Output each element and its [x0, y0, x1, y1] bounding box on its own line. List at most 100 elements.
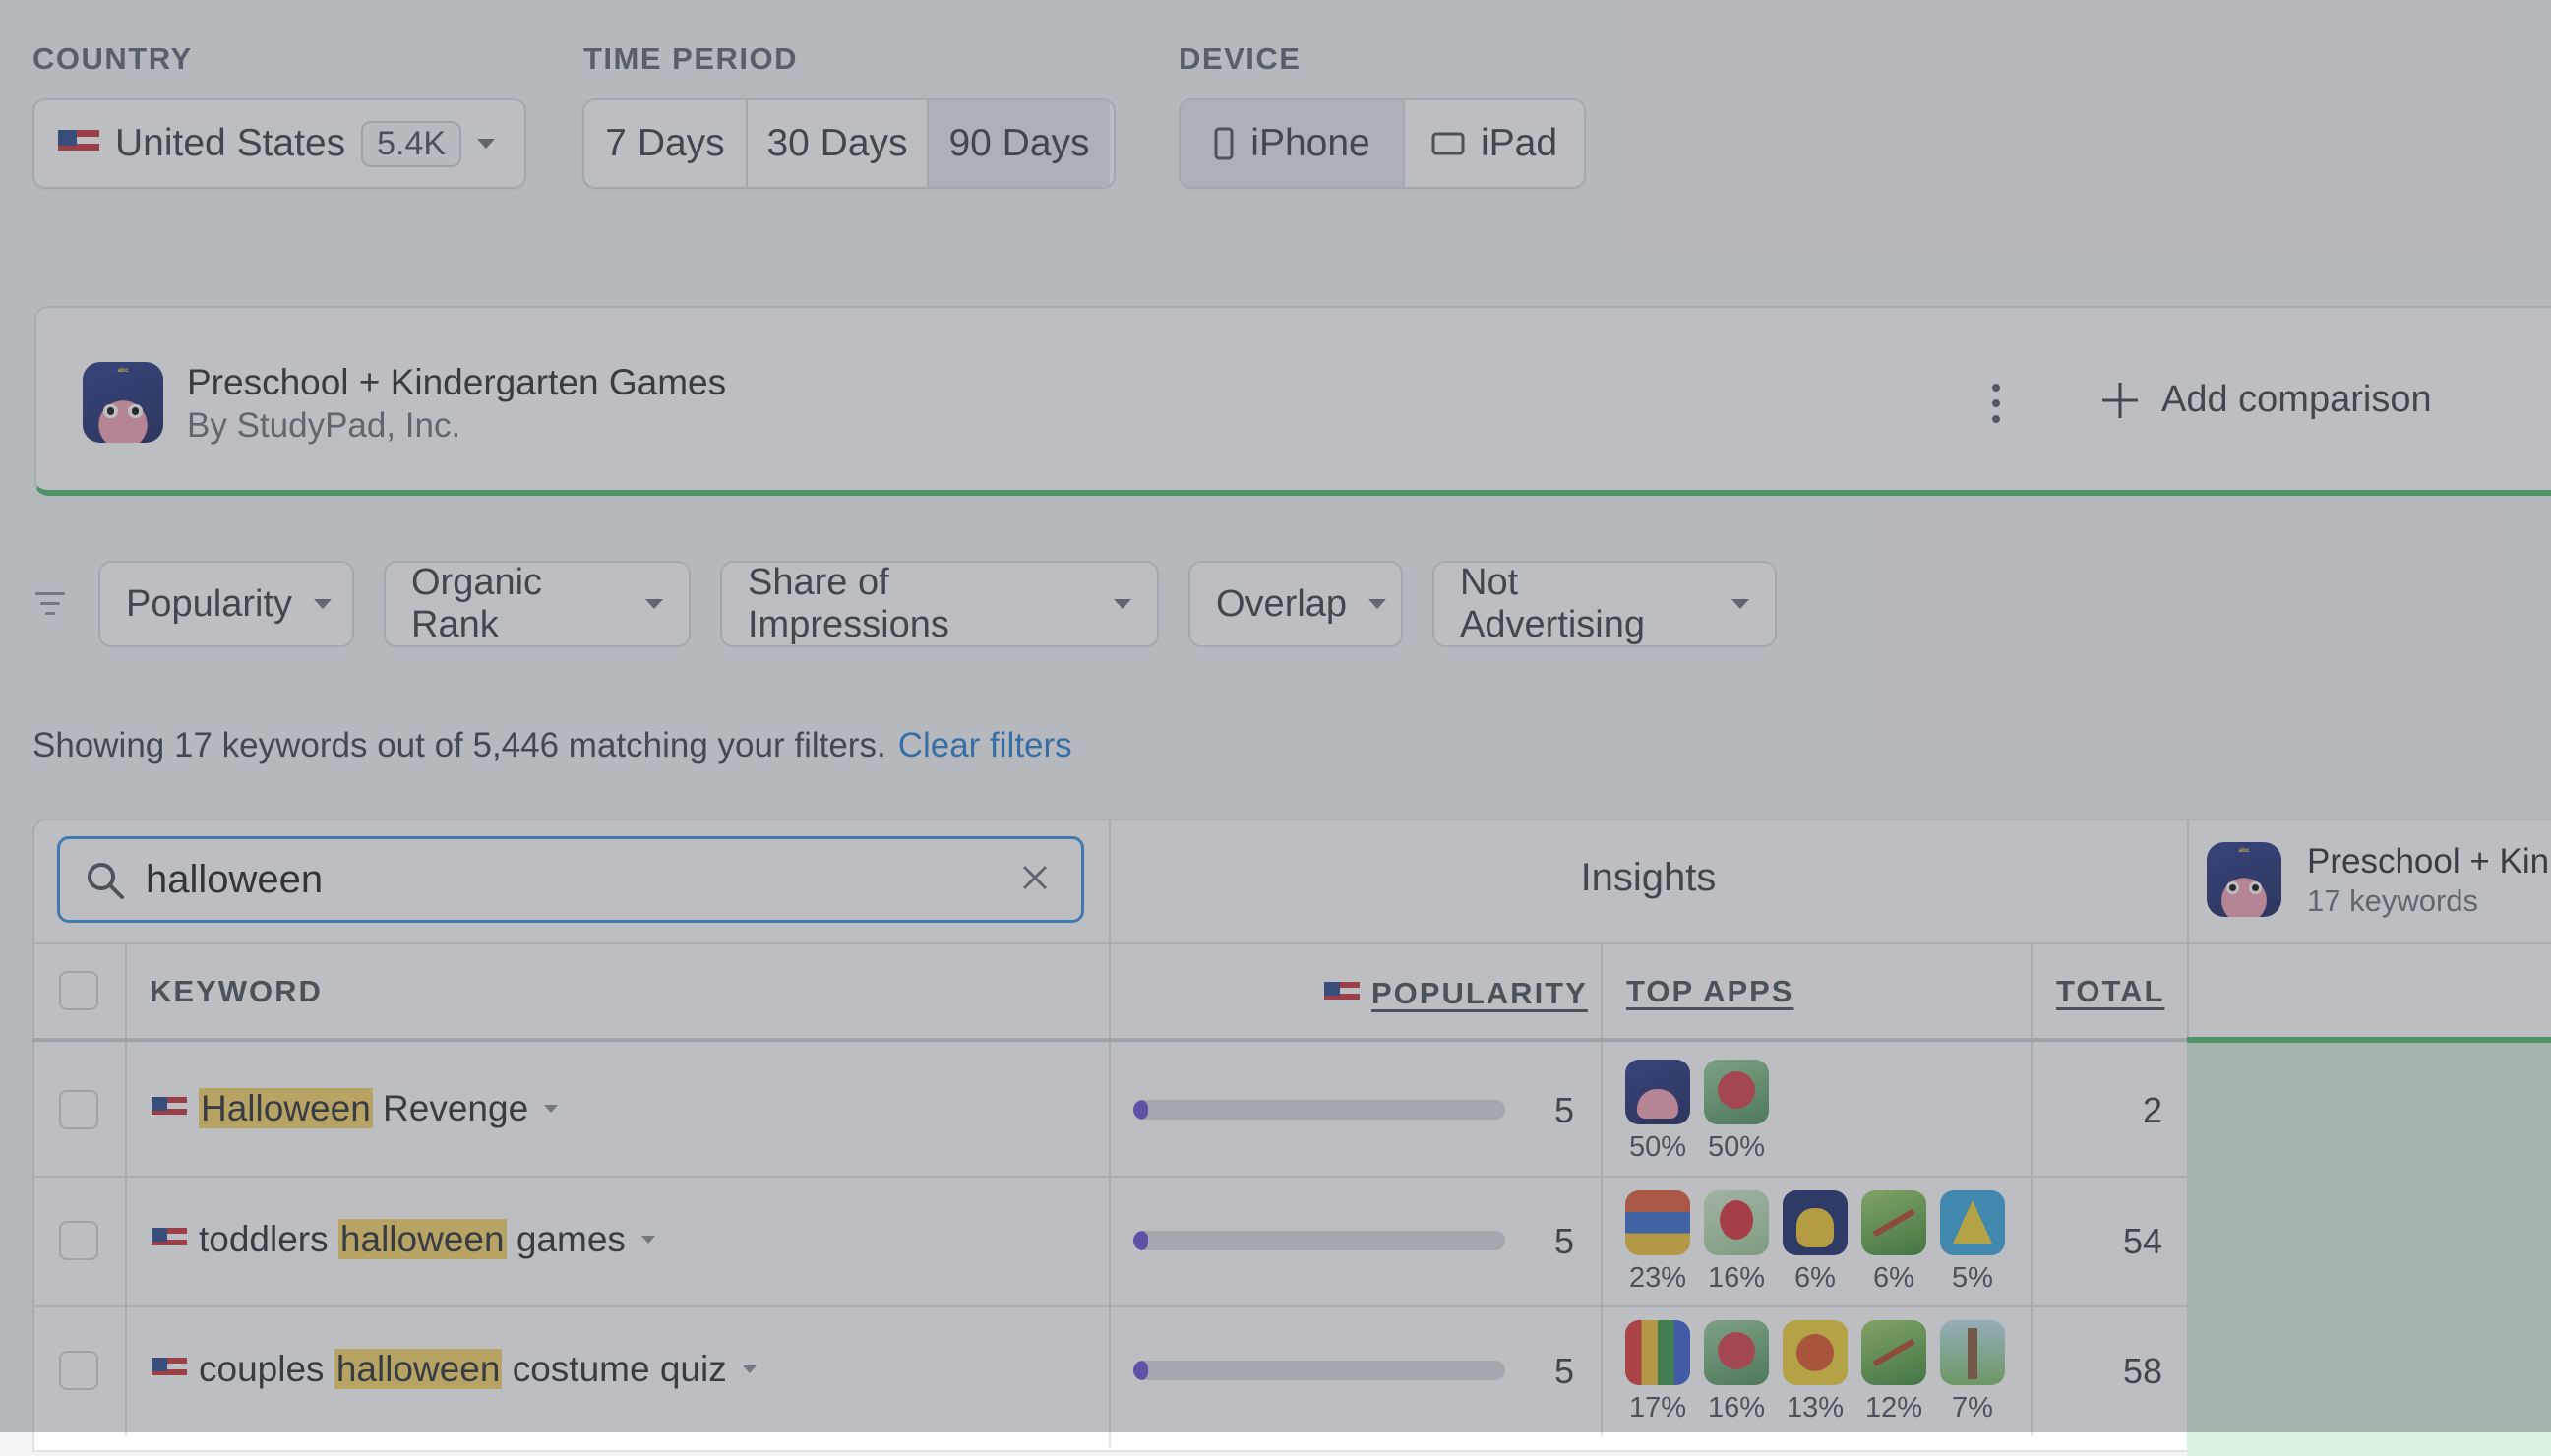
more-options-icon[interactable] [1992, 384, 2000, 423]
top-app-share: 13% [1786, 1392, 1845, 1424]
tower-app-icon[interactable] [1940, 1320, 2005, 1385]
us-flag-icon [152, 1228, 187, 1251]
filter-pill-popularity[interactable]: Popularity [98, 561, 354, 647]
total-value: 58 [2122, 1351, 2162, 1391]
keyword-highlight: halloween [337, 1219, 507, 1259]
us-flag-icon [1324, 982, 1360, 1005]
popularity-bar [1133, 1231, 1505, 1250]
keyword-cell[interactable]: couples halloween costume quiz [152, 1349, 757, 1390]
color-sort-app-icon[interactable] [1625, 1320, 1690, 1385]
divider [1109, 819, 1111, 1448]
preschool-app-icon: abc [83, 362, 163, 443]
row-checkbox[interactable] [59, 1090, 98, 1129]
time-period-selector: 7 Days 30 Days 90 Days [582, 98, 1116, 189]
keyword-column-header[interactable]: KEYWORD [150, 974, 323, 1009]
popularity-bar-fill [1133, 1231, 1149, 1250]
top-app-share: 5% [1952, 1262, 1993, 1294]
top-app-share: 16% [1707, 1262, 1766, 1294]
filter-pill-overlap[interactable]: Overlap [1188, 561, 1403, 647]
row-checkbox[interactable] [59, 1221, 98, 1260]
keyword-text: toddlers [199, 1219, 338, 1259]
phone-icon [1214, 127, 1234, 160]
keyword-cell[interactable]: toddlers halloween games [152, 1219, 655, 1260]
stage: COUNTRY United States 5.4K TIME PERIOD 7… [0, 0, 2551, 1456]
keyword-cell[interactable]: Halloween Revenge [152, 1088, 559, 1129]
country-select[interactable]: United States 5.4K [32, 98, 526, 189]
total-column-header[interactable]: TOTAL [2056, 974, 2164, 1009]
app-title: Preschool + Kindergarten Games [187, 362, 727, 402]
close-icon[interactable] [1021, 864, 1049, 891]
popularity-value: 5 [1554, 1090, 1575, 1130]
fruit-app-icon[interactable] [1783, 1320, 1848, 1385]
divider [1601, 944, 1603, 1436]
popularity-value: 5 [1554, 1221, 1575, 1261]
divider [32, 942, 2551, 944]
keyword-text: games [506, 1219, 626, 1259]
preschool-app-icon[interactable] [1625, 1060, 1690, 1124]
chevron-down-icon [742, 1365, 757, 1373]
popularity-value: 5 [1554, 1351, 1575, 1391]
popularity-bar [1133, 1361, 1505, 1380]
popularity-bar-fill [1133, 1361, 1149, 1380]
search-value: halloween [146, 858, 324, 901]
filter-icon[interactable] [35, 592, 65, 618]
popularity-bar [1133, 1100, 1505, 1120]
top-app-share: 17% [1628, 1392, 1687, 1424]
top-app-share: 50% [1707, 1131, 1766, 1163]
time-option-30-days[interactable]: 30 Days [746, 100, 927, 187]
device-option-ipad[interactable]: iPad [1403, 100, 1584, 187]
yellow-creature-app-icon[interactable] [1783, 1190, 1848, 1255]
divider [32, 1038, 2187, 1042]
rose-app-icon[interactable] [1704, 1060, 1769, 1124]
clear-filters-link[interactable]: Clear filters [898, 726, 1072, 764]
time-period-label: TIME PERIOD [583, 41, 799, 76]
add-comparison-button[interactable]: Add comparison [2100, 379, 2432, 421]
results-summary-text: Showing 17 keywords out of 5,446 matchin… [32, 726, 886, 764]
popularity-column-header[interactable]: POPULARITY [1324, 976, 1588, 1011]
filter-pill-share-label: Share of Impressions [748, 562, 949, 645]
results-summary: Showing 17 keywords out of 5,446 matchin… [32, 726, 1072, 765]
filter-pill-overlap-label: Overlap [1216, 582, 1348, 625]
red-balloon-app-icon[interactable] [1704, 1190, 1769, 1255]
top-app-share: 12% [1864, 1392, 1923, 1424]
select-all-checkbox[interactable] [59, 971, 98, 1010]
country-value: United States [115, 122, 346, 164]
top-app-share: 16% [1707, 1392, 1766, 1424]
filter-pill-not-advertising-label: Not Advertising [1460, 562, 1645, 645]
rose-app-icon[interactable] [1704, 1320, 1769, 1385]
filter-pill-share-of-impressions[interactable]: Share of Impressions [720, 561, 1159, 647]
time-option-90-days[interactable]: 90 Days [927, 100, 1110, 187]
search-icon [88, 863, 124, 899]
block-puzzle-app-icon[interactable] [1625, 1190, 1690, 1255]
triangle-app-icon[interactable] [1940, 1190, 2005, 1255]
device-label: DEVICE [1179, 41, 1302, 76]
top-apps-column-header[interactable]: TOP APPS [1626, 974, 1794, 1009]
country-count-badge: 5.4K [361, 120, 462, 167]
divider [2031, 944, 2033, 1436]
keyword-text: Revenge [372, 1088, 529, 1128]
archer-app-icon[interactable] [1861, 1190, 1926, 1255]
time-option-7-days[interactable]: 7 Days [584, 100, 746, 187]
archer-app-icon[interactable] [1861, 1320, 1926, 1385]
keyword-text: couples [199, 1349, 334, 1389]
tablet-icon [1431, 132, 1465, 155]
app-column-cells [2187, 1043, 2551, 1456]
country-select-inner[interactable]: United States 5.4K [34, 100, 524, 187]
filter-pill-organic-rank[interactable]: Organic Rank [384, 561, 691, 647]
keyword-text: costume quiz [502, 1349, 727, 1389]
chevron-down-icon [1114, 599, 1131, 609]
total-value: 2 [2142, 1090, 2162, 1130]
add-comparison-label: Add comparison [2161, 379, 2432, 420]
chevron-down-icon [477, 139, 496, 149]
filter-pill-not-advertising[interactable]: Not Advertising [1432, 561, 1777, 647]
chevron-down-icon [1368, 599, 1387, 609]
device-option-ipad-label: iPad [1480, 122, 1558, 164]
chevron-down-icon [640, 1236, 655, 1244]
row-checkbox[interactable] [59, 1351, 98, 1390]
top-app-share: 6% [1794, 1262, 1836, 1294]
total-value: 54 [2122, 1221, 2162, 1261]
app-column-title: Preschool + Kin [2307, 842, 2550, 880]
device-option-iphone-label: iPhone [1250, 122, 1370, 164]
popularity-header-label: POPULARITY [1371, 976, 1588, 1010]
device-option-iphone[interactable]: iPhone [1181, 100, 1403, 187]
